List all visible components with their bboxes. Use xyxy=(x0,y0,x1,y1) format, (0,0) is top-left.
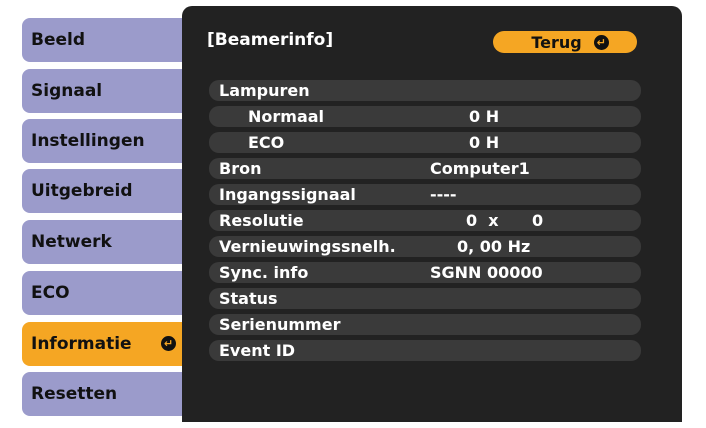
label-lampuren: Lampuren xyxy=(219,81,310,100)
info-row xyxy=(209,158,641,179)
menu-item-label: Beeld xyxy=(31,30,86,50)
menu-item-label: ECO xyxy=(31,283,70,303)
label-ingangssignaal: Ingangssignaal xyxy=(219,185,356,204)
menu-item-informatie[interactable]: Informatie ↵ xyxy=(22,322,182,366)
menu-item-label: Signaal xyxy=(31,81,103,101)
label-normaal: Normaal xyxy=(248,107,325,126)
value-sync-info: SGNN 00000 xyxy=(430,263,543,282)
menu-item-label: Uitgebreid xyxy=(31,181,133,201)
back-button-label: Terug xyxy=(531,32,582,52)
value-bron: Computer1 xyxy=(430,159,530,178)
menu-item-eco[interactable]: ECO xyxy=(22,271,182,315)
menu-item-beeld[interactable]: Beeld xyxy=(22,18,182,62)
value-vernieuwingssnelheid: 0, 00 Hz xyxy=(457,237,531,256)
label-event-id: Event ID xyxy=(219,341,296,360)
enter-icon: ↵ xyxy=(161,336,176,351)
label-vernieuwingssnelheid: Vernieuwingssnelh. xyxy=(219,237,396,256)
back-button[interactable]: Terug ↵ xyxy=(493,31,637,53)
enter-icon: ↵ xyxy=(593,34,609,50)
label-resolutie: Resolutie xyxy=(219,211,304,230)
label-bron: Bron xyxy=(219,159,262,178)
menu-item-resetten[interactable]: Resetten xyxy=(22,372,182,416)
label-eco: ECO xyxy=(248,133,285,152)
menu-item-instellingen[interactable]: Instellingen xyxy=(22,119,182,163)
menu-item-label: Instellingen xyxy=(31,131,145,151)
menu-item-signaal[interactable]: Signaal xyxy=(22,69,182,113)
value-resolutie: 0 x 0 xyxy=(466,211,544,230)
label-serienummer: Serienummer xyxy=(219,315,341,334)
menu-item-label: Informatie xyxy=(31,334,132,354)
panel-title: [Beamerinfo] xyxy=(207,30,334,50)
value-eco: 0 H xyxy=(469,133,500,152)
menu-item-netwerk[interactable]: Netwerk xyxy=(22,220,182,264)
menu-item-label: Netwerk xyxy=(31,232,112,252)
menu-item-label: Resetten xyxy=(31,384,118,404)
menu-item-uitgebreid[interactable]: Uitgebreid xyxy=(22,169,182,213)
label-sync-info: Sync. info xyxy=(219,263,309,282)
label-status: Status xyxy=(219,289,278,308)
value-normaal: 0 H xyxy=(469,107,500,126)
value-ingangssignaal: ---- xyxy=(430,185,457,204)
